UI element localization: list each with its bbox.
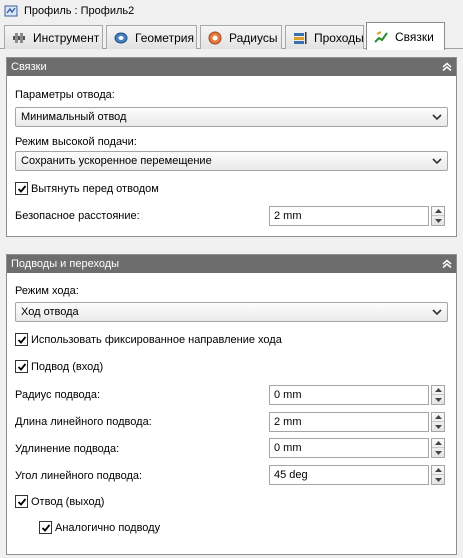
lead-in-radius-input[interactable]: 0 mm [269, 385, 429, 405]
spin-down-icon[interactable] [432, 475, 444, 484]
fixed-direction-label: Использовать фиксированное направление х… [31, 333, 282, 346]
lead-in-checkbox[interactable]: Подвод (вход) [15, 360, 103, 373]
lead-out-checkbox[interactable]: Отвод (выход) [15, 495, 104, 508]
lead-in-label: Подвод (вход) [31, 360, 104, 373]
geometry-icon [114, 32, 128, 43]
linking-icon [374, 30, 388, 43]
same-as-lead-in-label: Аналогично подводу [55, 521, 161, 534]
retract-params-label: Параметры отвода: [15, 89, 115, 101]
linear-lead-length-spinner[interactable] [431, 412, 445, 432]
window-titlebar: Профиль : Профиль2 [0, 0, 463, 22]
spin-up-icon[interactable] [432, 207, 444, 216]
linear-lead-angle-label: Угол линейного подвода: [15, 470, 143, 482]
profile-toolpath-icon [4, 5, 18, 17]
lead-in-radius-value: 0 mm [274, 389, 302, 401]
tab-tool-label: Инструмент [33, 30, 100, 45]
spin-up-icon[interactable] [432, 439, 444, 448]
tab-linking-label: Связки [395, 29, 434, 44]
tab-bar: Инструмент Геометрия Радиусы Проходы Свя… [0, 22, 463, 50]
chevron-down-icon [432, 113, 442, 120]
tab-geometry-label: Геометрия [135, 30, 194, 45]
ramp-mode-select[interactable]: Ход отвода [15, 302, 448, 322]
ramp-mode-label: Режим хода: [15, 285, 79, 297]
safe-distance-value: 2 mm [274, 210, 302, 222]
leads-panel-header: Подводы и переходы [7, 255, 456, 273]
leads-panel: Подводы и переходы Режим хода: Ход отвод… [6, 254, 457, 555]
lead-extension-label: Удлинение подвода: [15, 443, 120, 455]
tab-radii-label: Радиусы [229, 30, 278, 45]
spin-up-icon[interactable] [432, 466, 444, 475]
ramp-mode-value: Ход отвода [21, 306, 79, 318]
linear-lead-angle-input[interactable]: 45 deg [269, 465, 429, 485]
lead-extension-spinner[interactable] [431, 438, 445, 458]
spin-down-icon[interactable] [432, 422, 444, 431]
spin-up-icon[interactable] [432, 386, 444, 395]
spin-down-icon[interactable] [432, 448, 444, 457]
tab-radii[interactable]: Радиусы [200, 25, 282, 49]
retract-params-value: Минимальный отвод [21, 111, 127, 123]
tab-tool[interactable]: Инструмент [4, 25, 103, 49]
checkbox-checked-icon [15, 495, 28, 508]
radii-icon [208, 31, 222, 44]
passes-icon [294, 31, 307, 44]
lead-in-radius-label: Радиус подвода: [15, 389, 101, 401]
tab-passes[interactable]: Проходы [285, 25, 364, 49]
linking-panel: Связки Параметры отвода: Минимальный отв… [6, 57, 457, 237]
collapse-icon[interactable] [442, 259, 452, 269]
tab-linking[interactable]: Связки [366, 22, 445, 50]
chevron-down-icon [432, 157, 442, 164]
collapse-icon[interactable] [442, 62, 452, 72]
spin-up-icon[interactable] [432, 413, 444, 422]
lead-out-label: Отвод (выход) [31, 495, 105, 508]
tab-passes-label: Проходы [314, 30, 364, 45]
stretch-label: Вытянуть перед отводом [31, 182, 159, 195]
lead-extension-input[interactable]: 0 mm [269, 438, 429, 458]
linear-lead-length-input[interactable]: 2 mm [269, 412, 429, 432]
high-feed-label: Режим высокой подачи: [15, 136, 137, 148]
spin-down-icon[interactable] [432, 216, 444, 225]
spin-down-icon[interactable] [432, 395, 444, 404]
checkbox-checked-icon [15, 333, 28, 346]
checkbox-checked-icon [15, 360, 28, 373]
chevron-down-icon [432, 308, 442, 315]
lead-extension-value: 0 mm [274, 442, 302, 454]
checkbox-checked-icon [39, 521, 52, 534]
retract-params-select[interactable]: Минимальный отвод [15, 107, 448, 127]
linking-panel-header: Связки [7, 58, 456, 76]
safe-distance-spinner[interactable] [431, 206, 445, 226]
linking-panel-title: Связки [11, 61, 47, 73]
high-feed-select[interactable]: Сохранить ускоренное перемещение [15, 151, 448, 171]
linear-lead-angle-spinner[interactable] [431, 465, 445, 485]
same-as-lead-in-checkbox[interactable]: Аналогично подводу [39, 521, 160, 534]
stretch-checkbox[interactable]: Вытянуть перед отводом [15, 182, 159, 195]
tab-geometry[interactable]: Геометрия [106, 25, 197, 49]
fixed-direction-checkbox[interactable]: Использовать фиксированное направление х… [15, 333, 282, 346]
lead-in-radius-spinner[interactable] [431, 385, 445, 405]
window-title: Профиль : Профиль2 [24, 5, 135, 17]
tool-icon [13, 32, 25, 43]
linear-lead-angle-value: 45 deg [274, 469, 308, 481]
linear-lead-length-label: Длина линейного подвода: [15, 416, 152, 428]
safe-distance-input[interactable]: 2 mm [269, 206, 429, 226]
leads-panel-title: Подводы и переходы [11, 258, 120, 270]
checkbox-checked-icon [15, 182, 28, 195]
safe-distance-label: Безопасное расстояние: [15, 210, 140, 222]
high-feed-value: Сохранить ускоренное перемещение [21, 155, 212, 167]
linear-lead-length-value: 2 mm [274, 416, 302, 428]
